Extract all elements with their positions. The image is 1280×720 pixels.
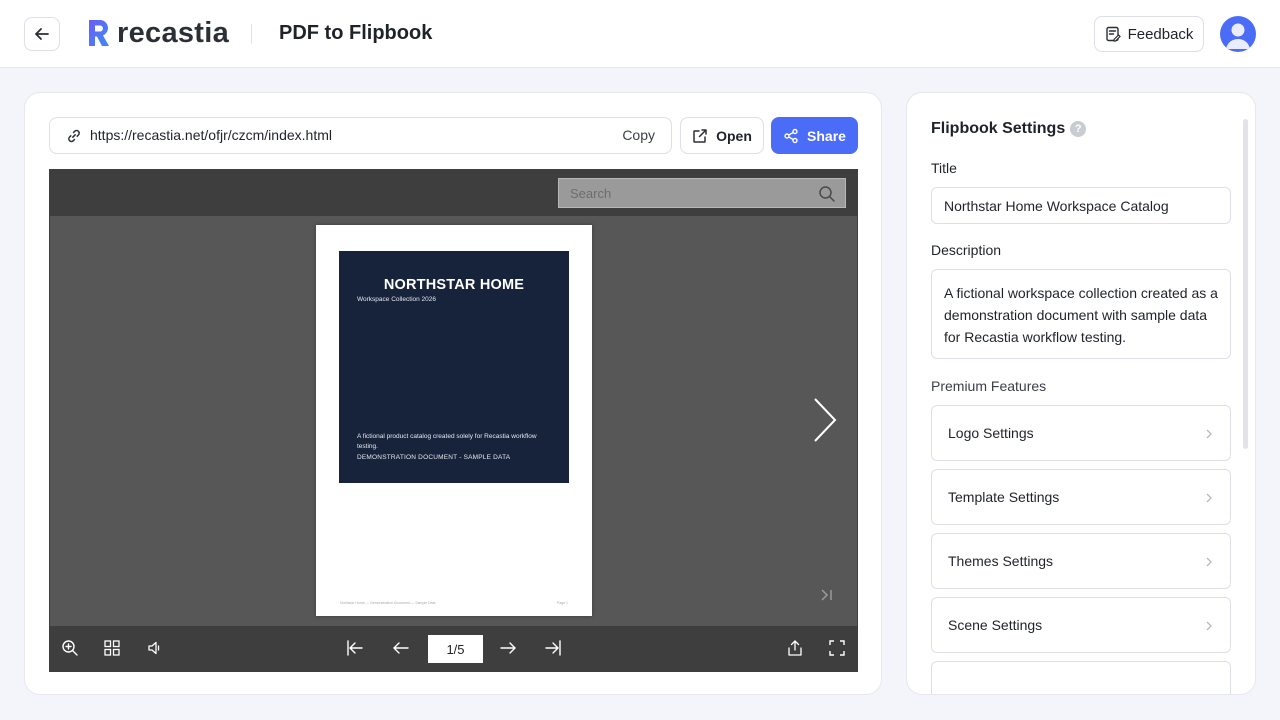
sound-icon[interactable] bbox=[146, 639, 164, 657]
description-label: Description bbox=[931, 242, 1002, 258]
flipbook-page[interactable]: NORTHSTAR HOME Workspace Collection 2026… bbox=[316, 225, 592, 616]
page-number-input[interactable] bbox=[428, 635, 483, 663]
settings-heading: Flipbook Settings ? bbox=[931, 120, 1087, 138]
flipbook-preview-panel: https://recastia.net/ofjr/czcm/index.htm… bbox=[24, 92, 882, 695]
chevron-right-icon bbox=[1206, 493, 1212, 503]
settings-heading-text: Flipbook Settings bbox=[931, 120, 1066, 137]
arrow-left-icon bbox=[35, 28, 49, 40]
fullscreen-icon[interactable] bbox=[828, 639, 846, 657]
setting-item-label: Scene Settings bbox=[948, 617, 1043, 633]
thumbnails-grid-icon[interactable] bbox=[103, 639, 121, 657]
search-icon[interactable] bbox=[818, 185, 836, 203]
copy-button[interactable]: Copy bbox=[622, 127, 655, 143]
share-link-box: https://recastia.net/ofjr/czcm/index.htm… bbox=[49, 117, 672, 154]
share-export-icon[interactable] bbox=[786, 639, 804, 657]
title-field[interactable] bbox=[931, 187, 1231, 224]
chevron-right-icon bbox=[1206, 621, 1212, 631]
next-page-arrow-icon[interactable] bbox=[812, 397, 838, 443]
previous-page-icon[interactable] bbox=[392, 639, 410, 657]
cover-description: A fictional product catalog created sole… bbox=[357, 433, 537, 450]
share-label: Share bbox=[807, 127, 846, 144]
share-url[interactable]: https://recastia.net/ofjr/czcm/index.htm… bbox=[90, 127, 332, 143]
feedback-icon bbox=[1105, 26, 1121, 42]
scene-settings-item[interactable]: Scene Settings bbox=[931, 597, 1231, 653]
more-settings-item[interactable] bbox=[931, 661, 1231, 694]
feedback-label: Feedback bbox=[1127, 25, 1194, 43]
title-label: Title bbox=[931, 160, 957, 176]
cover-subtitle: Workspace Collection 2026 bbox=[357, 296, 437, 303]
logo-mark-icon bbox=[89, 20, 109, 46]
logo-text: recastia bbox=[117, 16, 230, 49]
share-icon bbox=[784, 128, 798, 143]
viewer-search-box bbox=[558, 178, 846, 208]
description-field[interactable]: A fictional workspace collection created… bbox=[931, 269, 1231, 359]
app-header: recastia PDF to Flipbook Feedback bbox=[0, 0, 1280, 68]
last-page-icon[interactable] bbox=[544, 639, 562, 657]
viewer-toolbar bbox=[50, 626, 857, 671]
premium-features-label: Premium Features bbox=[931, 378, 1047, 394]
header-divider bbox=[251, 24, 252, 44]
share-button[interactable]: Share bbox=[771, 117, 858, 154]
chevron-right-icon bbox=[1206, 557, 1212, 567]
flipbook-viewer: NORTHSTAR HOME Workspace Collection 2026… bbox=[49, 169, 858, 672]
setting-item-label: Template Settings bbox=[948, 489, 1060, 505]
open-button[interactable]: Open bbox=[680, 117, 764, 154]
themes-settings-item[interactable]: Themes Settings bbox=[931, 533, 1231, 589]
cover-title: NORTHSTAR HOME bbox=[383, 277, 525, 293]
go-to-last-page-icon[interactable] bbox=[820, 588, 834, 602]
viewer-top-bar bbox=[50, 170, 857, 216]
first-page-icon[interactable] bbox=[346, 639, 364, 657]
viewer-search-input[interactable] bbox=[559, 179, 809, 207]
cover-note: DEMONSTRATION DOCUMENT - SAMPLE DATA bbox=[357, 454, 511, 461]
feedback-button[interactable]: Feedback bbox=[1094, 16, 1204, 52]
setting-item-label: Logo Settings bbox=[948, 425, 1034, 441]
recastia-logo[interactable]: recastia bbox=[87, 16, 229, 50]
page-title: PDF to Flipbook bbox=[279, 22, 433, 44]
template-settings-item[interactable]: Template Settings bbox=[931, 469, 1231, 525]
avatar[interactable] bbox=[1220, 16, 1256, 52]
next-page-icon[interactable] bbox=[499, 639, 517, 657]
catalog-cover: NORTHSTAR HOME Workspace Collection 2026… bbox=[339, 251, 569, 483]
settings-scrollbar[interactable] bbox=[1243, 119, 1248, 449]
link-icon bbox=[68, 129, 80, 143]
flipbook-settings-panel: Flipbook Settings ? Title Description A … bbox=[906, 92, 1256, 695]
zoom-in-icon[interactable] bbox=[61, 639, 79, 657]
back-button[interactable] bbox=[24, 17, 60, 51]
open-label: Open bbox=[716, 127, 752, 144]
setting-item-label: Themes Settings bbox=[948, 553, 1054, 569]
page-footer-right: Page 1 bbox=[556, 601, 568, 605]
page-footer-left: Northstar Home — Demonstration Document … bbox=[340, 601, 436, 605]
help-icon[interactable]: ? bbox=[1070, 121, 1087, 137]
chevron-right-icon bbox=[1206, 429, 1212, 439]
logo-settings-item[interactable]: Logo Settings bbox=[931, 405, 1231, 461]
external-link-icon bbox=[693, 128, 707, 143]
user-icon bbox=[1226, 23, 1250, 49]
